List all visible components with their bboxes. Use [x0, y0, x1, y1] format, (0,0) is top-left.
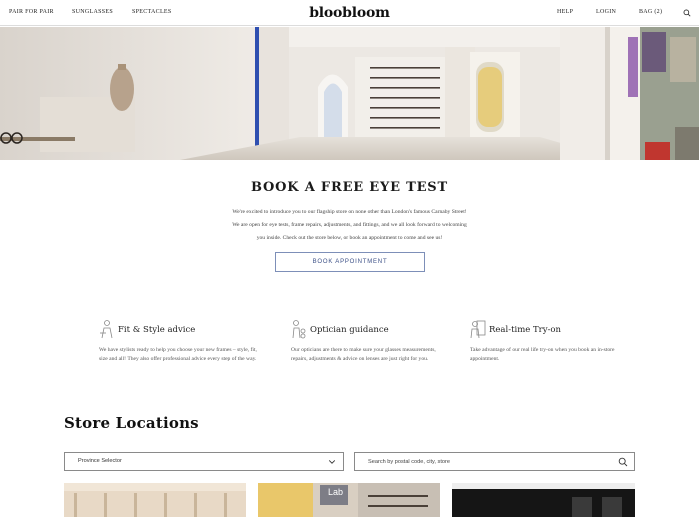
stylist-icon — [100, 320, 113, 339]
store-locations-title: Store Locations — [64, 414, 199, 432]
feature-text: Our opticians are there to make sure you… — [291, 347, 436, 362]
store-lab-sign: Lab — [328, 487, 344, 497]
store-search-input[interactable] — [368, 456, 608, 468]
optician-icon — [292, 320, 306, 339]
feature-text: We have stylists ready to help you choos… — [99, 347, 257, 362]
feature-text: Take advantage of our real life try-on w… — [470, 347, 615, 362]
try-on-icon — [470, 320, 486, 339]
store-photo-3 — [452, 483, 635, 517]
store-image-3[interactable] — [452, 483, 635, 517]
search-icon[interactable] — [683, 9, 691, 17]
store-image-2[interactable]: Lab — [258, 483, 440, 517]
book-text-line-2: We are open for eye tests, frame repairs… — [232, 222, 467, 228]
store-photo-2 — [258, 483, 440, 517]
nav-help[interactable]: HELP — [557, 9, 573, 15]
feature-title: Real-time Try-on — [489, 325, 562, 335]
nav-login[interactable]: LOGIN — [596, 9, 616, 15]
chevron-down-icon — [328, 460, 336, 464]
book-eye-test-description: We're excited to introduce you to our fl… — [200, 206, 499, 245]
hero-store-image — [0, 27, 699, 160]
store-search — [354, 452, 635, 471]
book-text-line-1: We're excited to introduce you to our fl… — [232, 209, 467, 215]
book-appointment-button[interactable]: BOOK APPOINTMENT — [275, 252, 425, 272]
book-eye-test-title: BOOK A FREE EYE TEST — [251, 180, 448, 195]
feature-title: Fit & Style advice — [118, 325, 196, 335]
site-header: PAIR FOR PAIR SUNGLASSES SPECTACLES bloo… — [0, 0, 699, 26]
nav-bag[interactable]: BAG (2) — [639, 9, 662, 15]
province-selector[interactable]: Province Selector — [64, 452, 344, 471]
logo[interactable]: bloobloom — [0, 5, 699, 21]
store-image-1[interactable] — [64, 483, 246, 517]
province-selector-value: Province Selector — [78, 458, 122, 464]
search-icon[interactable] — [618, 457, 628, 467]
store-interior-illustration — [0, 27, 699, 160]
store-photo-1 — [64, 483, 246, 517]
feature-title: Optician guidance — [310, 325, 389, 335]
book-text-line-3: you inside. Check out the store below, o… — [256, 235, 443, 241]
